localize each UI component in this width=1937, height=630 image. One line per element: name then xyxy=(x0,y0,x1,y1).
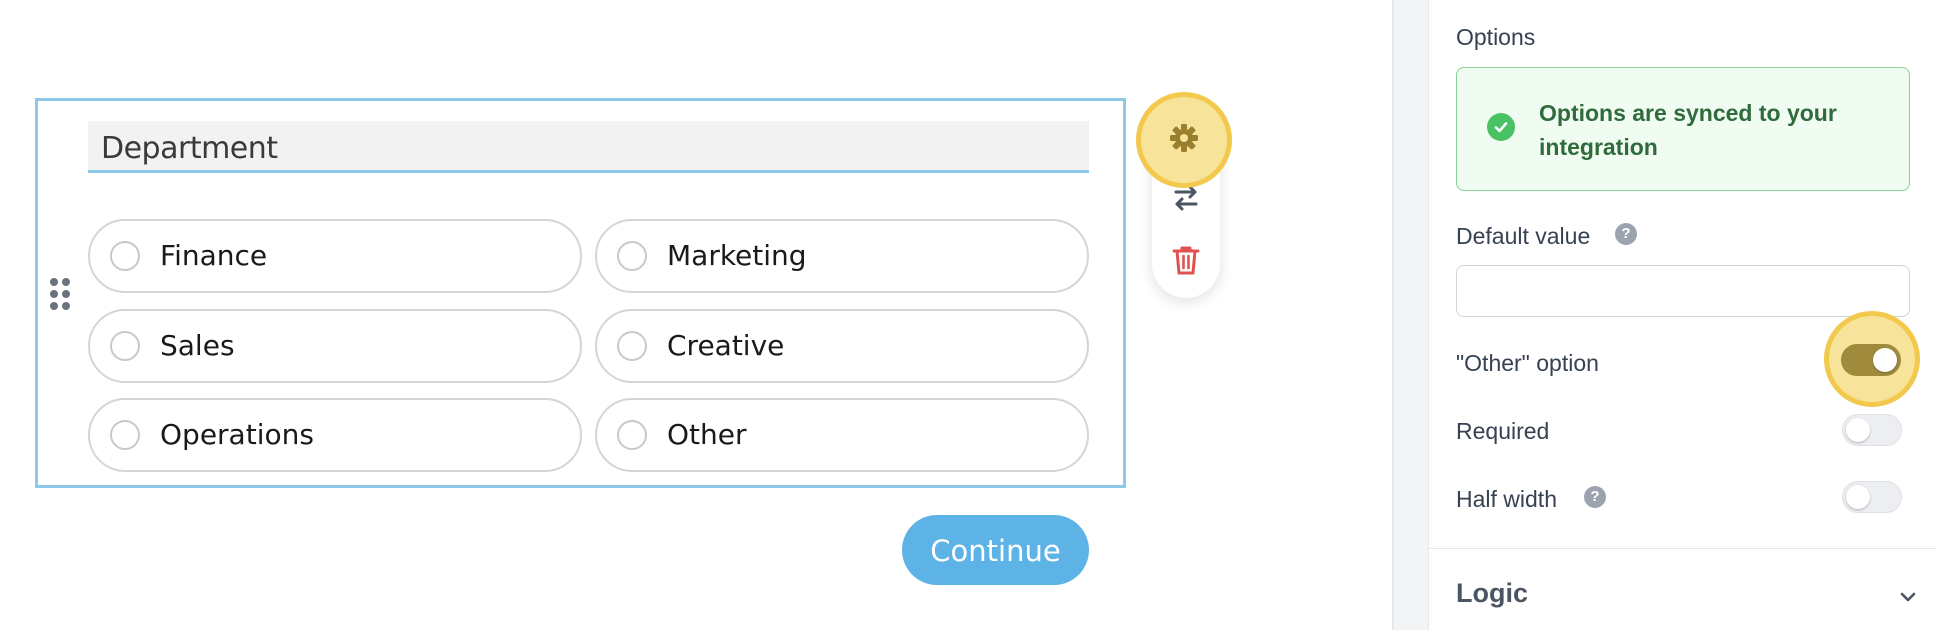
radio-circle xyxy=(110,420,140,450)
other-option-label: "Other" option xyxy=(1456,350,1599,376)
gear-icon xyxy=(1168,122,1200,159)
options-heading: Options xyxy=(1456,24,1536,50)
help-icon[interactable]: ? xyxy=(1584,486,1606,508)
help-icon[interactable]: ? xyxy=(1615,223,1637,245)
radio-circle xyxy=(110,331,140,361)
section-divider xyxy=(1429,548,1937,549)
form-canvas: Department Finance Marketing Sales Creat… xyxy=(0,0,1392,630)
option-finance[interactable]: Finance xyxy=(88,219,582,293)
option-label: Finance xyxy=(160,239,268,272)
check-circle-icon xyxy=(1487,113,1515,141)
toggle-knob xyxy=(1846,418,1870,442)
option-label: Operations xyxy=(160,418,314,451)
option-label: Marketing xyxy=(667,239,807,272)
option-sales[interactable]: Sales xyxy=(88,309,582,383)
drag-handle-icon[interactable] xyxy=(48,276,74,312)
sync-status-banner: Options are synced to your integration xyxy=(1456,67,1910,191)
toggle-knob xyxy=(1846,485,1870,509)
option-label: Other xyxy=(667,418,747,451)
option-other[interactable]: Other xyxy=(595,398,1089,472)
option-label: Creative xyxy=(667,329,785,362)
option-label: Sales xyxy=(160,329,235,362)
option-operations[interactable]: Operations xyxy=(88,398,582,472)
radio-circle xyxy=(617,241,647,271)
question-title-field[interactable]: Department xyxy=(88,121,1089,173)
half-width-toggle[interactable] xyxy=(1842,481,1902,513)
option-marketing[interactable]: Marketing xyxy=(595,219,1089,293)
default-value-input[interactable] xyxy=(1456,265,1910,317)
continue-button[interactable]: Continue xyxy=(902,515,1089,585)
option-creative[interactable]: Creative xyxy=(595,309,1089,383)
required-label: Required xyxy=(1456,418,1550,444)
sync-message: Options are synced to your integration xyxy=(1539,100,1837,160)
chevron-down-icon[interactable] xyxy=(1897,586,1919,608)
other-option-toggle[interactable] xyxy=(1841,344,1901,376)
radio-circle xyxy=(110,241,140,271)
panel-divider xyxy=(1392,0,1428,630)
logic-section-title[interactable]: Logic xyxy=(1456,578,1528,609)
required-toggle[interactable] xyxy=(1842,414,1902,446)
default-value-label: Default value xyxy=(1456,223,1591,249)
toggle-knob xyxy=(1873,348,1897,372)
radio-circle xyxy=(617,420,647,450)
question-title: Department xyxy=(101,131,278,166)
half-width-label: Half width xyxy=(1456,486,1557,512)
settings-button[interactable] xyxy=(1136,92,1232,188)
radio-circle xyxy=(617,331,647,361)
trash-icon[interactable] xyxy=(1166,240,1206,280)
